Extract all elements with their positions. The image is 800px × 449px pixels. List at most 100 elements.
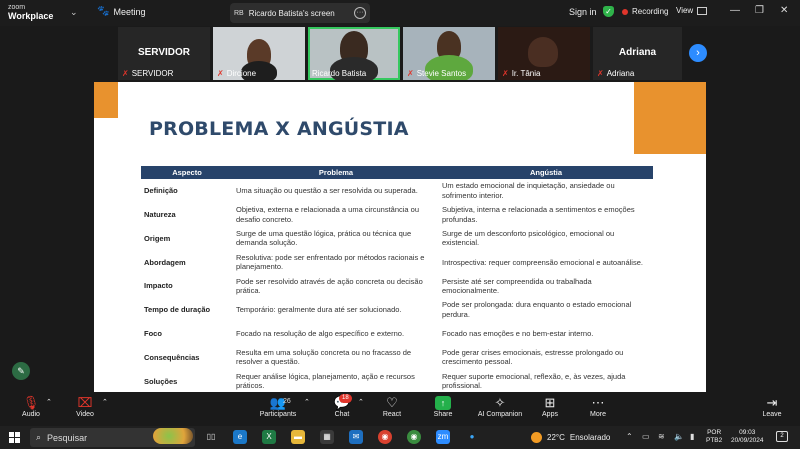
participant-video — [528, 37, 558, 67]
participant-label: Ricardo Batista — [312, 69, 366, 78]
audio-options-caret[interactable]: ⌃ — [46, 398, 52, 406]
more-options-icon[interactable]: ··· — [354, 7, 366, 19]
screen-share-pill[interactable]: RB Ricardo Batista's screen ··· — [230, 3, 370, 23]
participant-tile-tania[interactable]: ✗ Ir. Tânia — [498, 27, 590, 80]
participants-label: Participants — [259, 411, 297, 418]
sign-in-link[interactable]: Sign in — [569, 7, 597, 17]
participant-label: ✗ Dircione — [217, 69, 256, 78]
aspect-cell: Definição — [144, 186, 178, 196]
participant-label: ✗ Stevie Santos — [407, 69, 466, 78]
view-button[interactable]: View — [676, 6, 708, 15]
participant-name-large: Adriana — [618, 47, 657, 58]
wifi-icon[interactable]: ≋ — [658, 432, 665, 441]
participant-tile-servidor[interactable]: SERVIDOR ✗ SERVIDOR — [118, 27, 210, 80]
lang-line2: PTB2 — [706, 437, 723, 444]
slide-title: PROBLEMA X ANGÚSTIA — [149, 118, 409, 140]
shared-slide: PROBLEMA X ANGÚSTIA Aspecto Problema Ang… — [94, 82, 706, 392]
edge-icon[interactable]: e — [233, 430, 247, 444]
close-icon[interactable]: ✕ — [780, 5, 788, 16]
maximize-icon[interactable]: ❐ — [755, 5, 764, 16]
participant-tile-adriana[interactable]: Adriana ✗ Adriana — [593, 27, 682, 80]
sparkle-icon: ✧ — [494, 395, 506, 410]
battery-icon[interactable]: ▮ — [690, 432, 694, 441]
react-button[interactable]: ♡ React — [380, 395, 404, 418]
next-participants-button[interactable]: › — [689, 44, 707, 62]
mic-muted-icon: ✗ — [597, 69, 604, 78]
share-button[interactable]: ↑ Share — [432, 395, 454, 418]
slide-accent-left — [94, 82, 118, 118]
zoom-app-icon[interactable]: zm — [436, 430, 450, 444]
chrome-profile-icon[interactable]: ◉ — [407, 430, 421, 444]
heart-icon: ♡ — [386, 395, 398, 410]
clock-time: 09:03 — [739, 429, 756, 436]
volume-icon[interactable]: 🔈 — [674, 432, 684, 441]
video-options-caret[interactable]: ⌃ — [102, 398, 108, 406]
mail-icon[interactable]: ✉ — [349, 430, 363, 444]
problem-cell: Temporário: geralmente dura até ser solu… — [236, 305, 402, 315]
anguish-cell: Focado nas emoções e no bem-estar intern… — [442, 328, 594, 338]
aspect-cell: Origem — [144, 233, 171, 243]
chevron-up-icon[interactable]: ⌃ — [626, 432, 633, 441]
video-button[interactable]: ⌧ Video — [72, 395, 98, 418]
search-placeholder: Pesquisar — [47, 432, 88, 443]
problem-cell: Pode ser resolvido através de ação concr… — [236, 276, 423, 296]
annotate-button[interactable]: ✎ — [12, 362, 30, 380]
recording-indicator[interactable]: Recording — [622, 7, 668, 16]
table-row: Definição Uma situação ou questão a ser … — [141, 179, 653, 203]
participant-tile-dircione[interactable]: ✗ Dircione — [213, 27, 305, 80]
chrome-icon[interactable]: ◉ — [378, 430, 392, 444]
participant-strip: SERVIDOR ✗ SERVIDOR ✗ Dircione Ricardo B… — [118, 27, 682, 80]
record-dot-icon — [622, 8, 628, 15]
apps-button[interactable]: ⊞ Apps — [540, 395, 560, 418]
store-icon[interactable]: ▦ — [320, 430, 334, 444]
table-row: Soluções Requer análise lógica, planejam… — [141, 369, 653, 393]
participant-tile-stevie[interactable]: ✗ Stevie Santos — [403, 27, 495, 80]
title-bar: zoom Workplace ⌄ 🐾 Meeting RB Ricardo Ba… — [0, 0, 800, 26]
zoom-window: zoom Workplace ⌄ 🐾 Meeting RB Ricardo Ba… — [0, 0, 800, 449]
minimize-icon[interactable]: — — [730, 5, 740, 16]
video-label: Video — [76, 411, 94, 418]
anguish-cell: Introspectiva: requer compreensão emocio… — [442, 257, 643, 267]
notification-icon[interactable]: 2 — [776, 431, 788, 442]
input-language[interactable]: POR PTB2 — [706, 429, 722, 445]
apps-icon: ⊞ — [544, 395, 556, 410]
table-row: Natureza Objetiva, externa e relacionada… — [141, 203, 653, 227]
zoom-logo[interactable]: zoom Workplace — [8, 3, 53, 21]
participants-button[interactable]: 👥 26 Participants — [256, 395, 300, 418]
participant-name: Ricardo Batista — [312, 69, 367, 78]
table-header: Problema — [233, 166, 439, 179]
chat-badge: 18 — [339, 394, 352, 403]
aspect-cell: Consequências — [144, 352, 200, 362]
audio-label: Audio — [22, 411, 40, 418]
participant-label: ✗ Adriana — [597, 69, 634, 78]
excel-icon[interactable]: X — [262, 430, 276, 444]
participant-tile-ricardo[interactable]: Ricardo Batista — [308, 27, 400, 80]
windows-start-icon[interactable] — [9, 432, 20, 443]
ai-companion-button[interactable]: ✧ AI Companion — [476, 395, 524, 418]
more-button[interactable]: ⋯ More — [588, 395, 608, 418]
clock-date: 20/09/2024 — [731, 437, 764, 444]
meeting-menu[interactable]: 🐾 Meeting — [97, 6, 145, 17]
react-label: React — [382, 411, 402, 418]
paint-drop-icon[interactable]: ● — [465, 430, 479, 444]
audio-button[interactable]: 🎙 Audio — [18, 395, 44, 418]
file-explorer-icon[interactable]: ▬ — [291, 430, 305, 444]
problem-cell: Focado na resolução de algo específico e… — [236, 328, 405, 338]
anguish-cell: Requer suporte emocional, reflexão, e, à… — [442, 371, 626, 391]
mic-muted-icon: ✗ — [407, 69, 414, 78]
leave-button[interactable]: ⇥ Leave — [760, 395, 784, 418]
chevron-down-icon[interactable]: ⌄ — [70, 7, 78, 18]
more-icon: ⋯ — [591, 395, 605, 410]
task-view-icon[interactable]: ▯▯ — [204, 430, 218, 444]
network-icon[interactable]: ▭ — [642, 432, 650, 441]
chat-options-caret[interactable]: ⌃ — [358, 398, 364, 406]
system-clock[interactable]: 09:03 20/09/2024 — [731, 429, 764, 445]
mic-muted-icon: 🎙 — [22, 395, 40, 410]
participants-options-caret[interactable]: ⌃ — [304, 398, 310, 406]
aspect-cell: Foco — [144, 328, 162, 338]
aspect-cell: Soluções — [144, 376, 178, 386]
weather-widget[interactable]: 22°C Ensolarado — [531, 432, 610, 443]
shield-icon[interactable]: ✓ — [603, 6, 614, 17]
participant-name: Ir. Tânia — [511, 69, 541, 78]
chat-button[interactable]: 💬 18 Chat — [330, 394, 354, 418]
